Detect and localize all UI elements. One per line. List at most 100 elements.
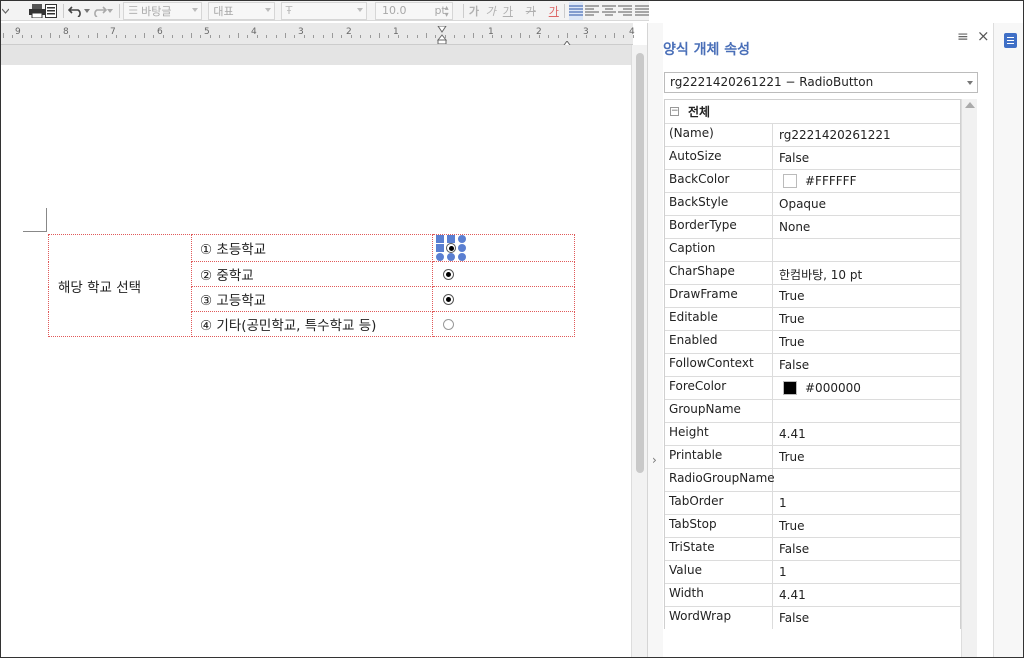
property-row[interactable]: DrawFrame True: [665, 284, 960, 307]
property-value[interactable]: [773, 400, 960, 422]
property-value[interactable]: 1: [773, 492, 960, 514]
property-value[interactable]: True: [773, 446, 960, 468]
document-page[interactable]: [1, 65, 631, 657]
property-row[interactable]: Width 4.41: [665, 583, 960, 606]
menu-icon[interactable]: ≡: [957, 29, 969, 45]
selected-radio-button[interactable]: [436, 235, 467, 261]
strikethrough-button[interactable]: 가: [524, 3, 537, 19]
property-value[interactable]: [773, 469, 960, 491]
property-value[interactable]: False: [773, 538, 960, 560]
property-value[interactable]: True: [773, 285, 960, 307]
property-row[interactable]: BorderType None: [665, 215, 960, 238]
chevron-right-icon[interactable]: ›: [652, 453, 657, 467]
side-panel-bar: [993, 23, 1023, 657]
radio-button-1[interactable]: [446, 243, 456, 253]
chevron-down-icon[interactable]: [2, 2, 9, 20]
property-value[interactable]: Opaque: [773, 193, 960, 215]
resize-handle[interactable]: [436, 235, 444, 243]
property-row[interactable]: Printable True: [665, 445, 960, 468]
category-header[interactable]: − 전체: [665, 100, 960, 123]
style-combo[interactable]: ☰ 바탕글: [123, 1, 203, 20]
font-size-field[interactable]: 10.0 pt ▴ ▾: [374, 1, 453, 20]
property-row[interactable]: Editable True: [665, 307, 960, 330]
ruler-tick: [266, 35, 267, 38]
radio-cell: [432, 286, 575, 312]
radio-button-2[interactable]: [443, 268, 454, 280]
font-color-button[interactable]: 가: [547, 3, 560, 19]
resize-handle[interactable]: [447, 253, 455, 261]
property-row[interactable]: AutoSize False: [665, 146, 960, 169]
property-row[interactable]: Enabled True: [665, 330, 960, 353]
property-value[interactable]: False: [773, 607, 960, 629]
align-justify-icon[interactable]: [568, 1, 584, 20]
property-value[interactable]: [773, 239, 960, 261]
property-value[interactable]: 4.41: [773, 423, 960, 445]
radio-button-4[interactable]: [443, 318, 454, 330]
property-value[interactable]: False: [773, 147, 960, 169]
property-row[interactable]: GroupName: [665, 399, 960, 422]
property-value[interactable]: True: [773, 308, 960, 330]
property-row[interactable]: Caption: [665, 238, 960, 261]
property-row[interactable]: BackColor #FFFFFF: [665, 169, 960, 192]
property-row[interactable]: CharShape 한컴바탕, 10 pt: [665, 261, 960, 284]
distribute-icon[interactable]: [634, 2, 649, 20]
close-icon[interactable]: ×: [977, 27, 990, 45]
property-value[interactable]: True: [773, 515, 960, 537]
property-row[interactable]: FollowContext False: [665, 353, 960, 376]
property-value[interactable]: #FFFFFF: [773, 170, 960, 192]
property-value-text: 한컴바탕, 10 pt: [779, 268, 863, 282]
undo-dropdown-icon[interactable]: [84, 2, 91, 20]
property-value[interactable]: 4.41: [773, 584, 960, 606]
scroll-up-icon[interactable]: [965, 102, 975, 108]
scrollbar-thumb[interactable]: [636, 53, 644, 473]
property-row[interactable]: RadioGroupName: [665, 468, 960, 491]
property-value[interactable]: #000000: [773, 377, 960, 399]
resize-handle[interactable]: [447, 235, 455, 243]
page-preview-icon[interactable]: [45, 2, 59, 20]
ruler-tick: [379, 33, 380, 38]
property-row[interactable]: WordWrap False: [665, 606, 960, 629]
property-row[interactable]: BackStyle Opaque: [665, 192, 960, 215]
ruler-tick: [59, 35, 60, 38]
resize-handle[interactable]: [436, 244, 444, 252]
align-right-icon[interactable]: [618, 2, 633, 20]
property-row[interactable]: (Name) rg2221420261221: [665, 123, 960, 146]
print-icon[interactable]: [29, 2, 45, 20]
redo-dropdown-icon[interactable]: [107, 2, 114, 20]
align-left-icon[interactable]: [585, 2, 600, 20]
property-row[interactable]: Height 4.41: [665, 422, 960, 445]
property-value[interactable]: rg2221420261221: [773, 124, 960, 146]
property-value[interactable]: 한컴바탕, 10 pt: [773, 262, 960, 284]
property-value[interactable]: False: [773, 354, 960, 376]
font-language-combo[interactable]: 대표: [208, 1, 275, 20]
resize-handle[interactable]: [436, 253, 444, 261]
property-row[interactable]: TabOrder 1: [665, 491, 960, 514]
radio-button-3[interactable]: [443, 293, 454, 305]
redo-icon[interactable]: [91, 2, 108, 20]
property-grid-scrollbar[interactable]: [961, 99, 977, 657]
align-center-icon[interactable]: [601, 2, 616, 20]
spinner-icon[interactable]: ▴ ▾: [445, 3, 449, 18]
property-value[interactable]: True: [773, 331, 960, 353]
property-row[interactable]: TriState False: [665, 537, 960, 560]
undo-icon[interactable]: [68, 2, 84, 20]
resize-handle[interactable]: [458, 235, 466, 243]
italic-button[interactable]: 가: [484, 3, 497, 19]
bold-button[interactable]: 가: [467, 3, 480, 19]
property-value[interactable]: 1: [773, 561, 960, 583]
property-value[interactable]: None: [773, 216, 960, 238]
document-scrollbar[interactable]: [631, 45, 647, 657]
horizontal-ruler[interactable]: 9 8 7 6 5 4 3 2 1 1 2 3 4: [1, 23, 635, 49]
font-name-combo[interactable]: Ŧ: [280, 1, 367, 20]
collapse-icon[interactable]: −: [670, 107, 679, 116]
panel-splitter[interactable]: ›: [647, 23, 663, 657]
underline-button[interactable]: 가: [501, 3, 514, 19]
properties-panel-icon[interactable]: [1004, 33, 1017, 48]
object-select[interactable]: rg2221420261221 − RadioButton: [664, 72, 978, 93]
property-row[interactable]: TabStop True: [665, 514, 960, 537]
property-row[interactable]: Value 1: [665, 560, 960, 583]
resize-handle[interactable]: [458, 244, 466, 252]
property-row[interactable]: ForeColor #000000: [665, 376, 960, 399]
resize-handle[interactable]: [458, 253, 466, 261]
indent-marker-icon[interactable]: [436, 25, 448, 47]
